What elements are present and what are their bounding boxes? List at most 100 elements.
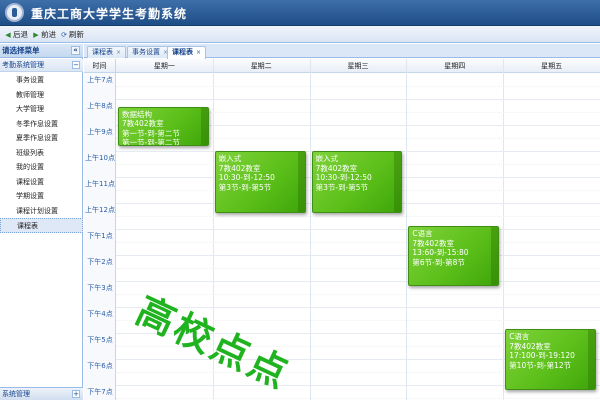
expand-group-icon[interactable]: + [72,390,80,398]
day-column-header: 星期一 [153,62,175,70]
hour-gridline [116,229,600,230]
event-room: 7教402教室 [218,163,261,173]
sidebar-item[interactable]: 课程设置 [0,175,83,190]
app-header: 重庆工商大学学生考勤系统 [0,0,600,26]
event-periods: 第10节-到-第12节 [509,360,572,370]
sidebar-item[interactable]: 班级列表 [0,146,83,161]
tab-label: 课程表 [92,48,113,56]
forward-label: 前进 [41,30,56,39]
half-hour-gridline [116,268,600,269]
schedule-header-row: 时间 星期一 星期二 星期三 星期四 星期五 [84,59,600,73]
tab-0[interactable]: 课程表 × [87,46,127,58]
sidebar-item[interactable]: 课程表 [0,218,83,233]
back-label: 后退 [13,30,28,39]
time-row-label: 上午7点 [87,76,113,84]
day-column-header: 星期五 [541,62,563,70]
tab-bar: 课程表 × 事务设置 × 课程表 × [84,44,600,59]
forward-button[interactable]: ▶ 前进 [31,28,56,41]
event-time: 13:60-到-15:80 [412,248,469,258]
time-row-label: 上午9点 [87,128,113,136]
sidebar-item[interactable]: 课程计划设置 [0,204,83,219]
event-time: 第一节-到-第二节 [122,128,180,138]
course-event[interactable]: 嵌入式 7教402教室 10:30-到-12:50 第3节-到-第5节 [214,151,306,214]
time-row-label: 上午11点 [85,180,115,188]
event-time: 17:100-到-19:120 [509,351,575,361]
half-hour-gridline [116,294,600,295]
event-room: 7教402教室 [315,163,358,173]
sidebar-menu: 事务设置 教师管理 大学管理 冬季作息设置 夏季作息设置 班级列表 我的设置 课程设置 学期设置… [0,73,83,233]
half-hour-gridline [116,216,600,217]
half-hour-gridline [116,242,600,243]
course-event[interactable]: 嵌入式 7教402教室 10:30-到-12:50 第3节-到-第5节 [311,151,403,214]
event-time: 10:30-到-12:50 [315,173,372,182]
day-column-header: 星期三 [347,62,369,70]
sidebar-footer-group[interactable]: 系统管理 + [0,387,83,400]
hour-gridline [116,99,600,100]
half-hour-gridline [116,320,600,321]
time-row-label: 下午2点 [87,258,113,266]
event-periods: 第一节-到-第二节 [122,138,180,146]
event-periods: 第6节-到-第8节 [412,257,465,267]
back-button[interactable]: ◀ 后退 [3,28,28,41]
hour-gridline [116,255,600,256]
refresh-label: 刷新 [69,30,84,39]
half-hour-gridline [116,398,600,399]
sidebar: 请选择菜单 « 考勤系统管理 − 事务设置 教师管理 大学管理 冬季作息设置 夏季作息设… [0,44,83,400]
sidebar-item[interactable]: 教师管理 [0,88,83,103]
time-row-label: 下午6点 [87,362,113,370]
tab-label: 课程表 [172,48,193,56]
sidebar-item[interactable]: 大学管理 [0,102,83,117]
collapse-group-icon[interactable]: − [72,61,80,69]
event-room: 7教402教室 [122,119,164,129]
time-row-label: 下午5点 [87,336,113,344]
sidebar-item[interactable]: 夏季作息设置 [0,131,83,146]
event-periods: 第3节-到-第5节 [218,182,272,192]
sidebar-item[interactable]: 我的设置 [0,160,83,175]
hour-gridline [116,281,600,282]
sidebar-item[interactable]: 学期设置 [0,189,83,204]
event-name: C语言 [412,229,433,239]
sidebar-group-header[interactable]: 考勤系统管理 − [0,59,83,72]
schedule-grid: 时间 星期一 星期二 星期三 星期四 星期五 上午7点上午8点上午9点上午10点上午11… [84,59,600,400]
time-column: 上午7点上午8点上午9点上午10点上午11点上午12点下午1点下午2点下午3点下… [84,73,116,400]
event-periods: 第3节-到-第5节 [315,182,369,192]
time-row-label: 上午10点 [85,154,115,162]
tab-2[interactable]: 课程表 × [167,46,207,59]
university-logo-icon [5,3,24,22]
time-row-label: 下午7点 [87,388,113,396]
close-tab-icon[interactable]: × [116,47,121,58]
course-event[interactable]: 数据结构 7教402教室 第一节-到-第二节 第一节-到-第二节 [118,106,209,146]
forward-arrow-icon: ▶ [33,31,39,39]
app-title: 重庆工商大学学生考勤系统 [31,7,188,21]
sidebar-item[interactable]: 事务设置 [0,73,83,88]
time-row-label: 上午12点 [85,206,115,214]
event-time: 10:30-到-12:50 [218,173,275,182]
event-name: 嵌入式 [218,154,242,163]
app-window: 重庆工商大学学生考勤系统 ◀ 后退 ▶ 前进 ⟳ 刷新 请选择菜单 « 考勤系统管理 … [0,0,600,400]
refresh-button[interactable]: ⟳ 刷新 [59,28,84,41]
event-name: 数据结构 [122,109,152,119]
event-name: 嵌入式 [315,154,339,163]
event-room: 7教402教室 [509,341,551,351]
course-event[interactable]: C语言 7教402教室 17:100-到-19:120 第10节-到-第12节 [505,329,596,391]
course-event[interactable]: C语言 7教402教室 13:60-到-15:80 第6节-到-第8节 [408,226,500,287]
sidebar-item[interactable]: 冬季作息设置 [0,117,83,132]
event-room: 7教402教室 [412,238,454,248]
time-column-header: 时间 [84,59,116,73]
time-row-label: 下午1点 [87,232,113,240]
sidebar-title-text: 请选择菜单 [2,46,40,55]
half-hour-gridline [116,86,600,87]
time-row-label: 下午3点 [87,284,113,292]
hour-gridline [116,307,600,308]
toolbar: ◀ 后退 ▶ 前进 ⟳ 刷新 [0,26,600,43]
day-column-header: 星期二 [250,62,272,70]
back-arrow-icon: ◀ [5,31,11,39]
day-column-header: 星期四 [444,62,466,70]
refresh-icon: ⟳ [61,31,67,39]
event-name: C语言 [509,332,530,342]
sidebar-group-label: 考勤系统管理 [2,61,44,69]
time-row-label: 上午8点 [87,102,113,110]
close-tab-icon[interactable]: × [196,47,201,58]
sidebar-title: 请选择菜单 « [0,44,83,58]
collapse-sidebar-icon[interactable]: « [71,46,80,55]
